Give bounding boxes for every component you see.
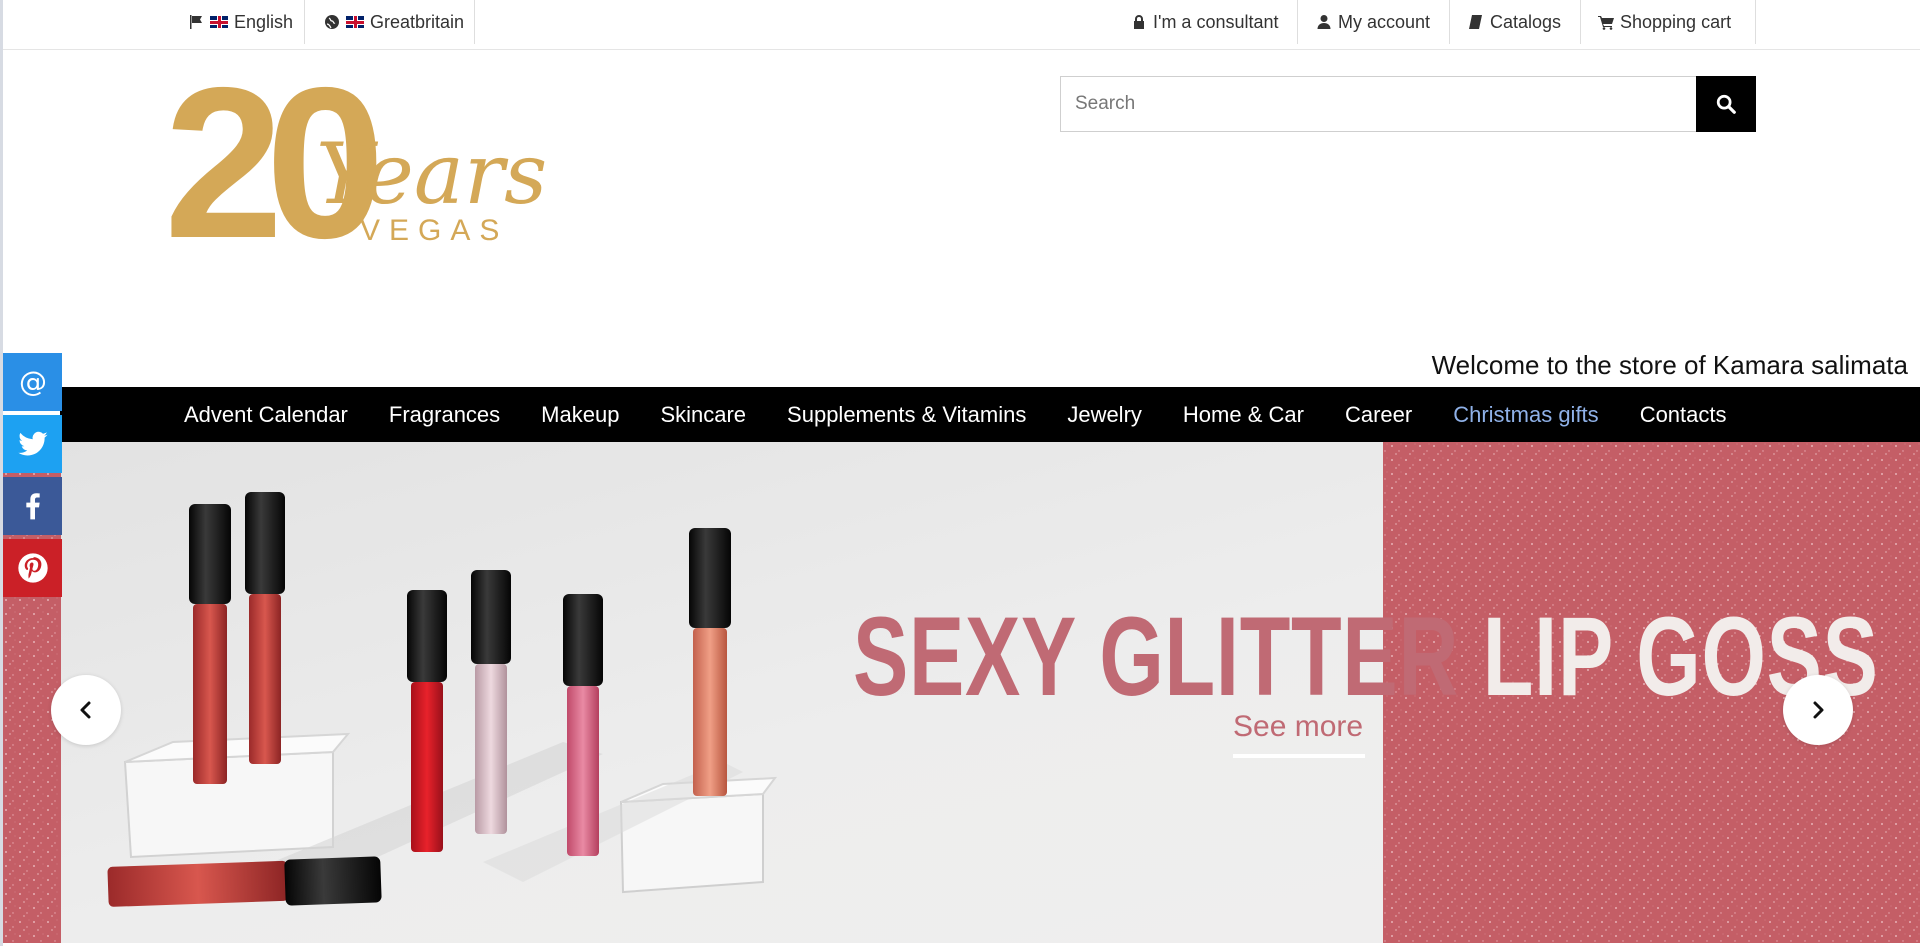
language-selector[interactable]: English [188,0,293,44]
chevron-right-icon [1813,701,1824,719]
uk-flag-icon [210,16,228,28]
facebook-icon [25,493,40,520]
share-email-button[interactable]: @ [3,353,62,411]
brand-logo[interactable]: 20 Years VEGAS [168,55,568,255]
flag-icon [188,14,204,30]
logo-brand: VEGAS [360,214,508,247]
search-button[interactable] [1696,76,1756,132]
svg-text:@: @ [19,366,47,398]
divider [474,0,475,44]
country-label: Greatbritain [370,11,465,32]
consultant-link[interactable]: I'm a consultant [1131,0,1279,44]
twitter-icon [17,431,48,456]
divider [1449,0,1450,44]
nav-item-career[interactable]: Career [1345,402,1412,428]
nav-item-jewelry[interactable]: Jewelry [1067,402,1142,428]
share-twitter-button[interactable] [3,415,62,473]
carousel-next-button[interactable] [1783,675,1853,745]
chevron-left-icon [80,701,91,719]
main-nav: Advent Calendar Fragrances Makeup Skinca… [60,387,1920,442]
see-more-link[interactable]: See more [1233,710,1365,758]
pinterest-icon [17,553,48,583]
account-label: My account [1338,11,1431,32]
share-pinterest-button[interactable] [3,539,62,597]
cart-label: Shopping cart [1620,11,1732,32]
lip-gloss-tube [245,492,285,764]
search-icon [1716,94,1736,114]
nav-item-supplements[interactable]: Supplements & Vitamins [787,402,1026,428]
divider [1580,0,1581,44]
lip-gloss-tube [189,504,231,784]
left-border [0,0,3,946]
lock-icon [1131,14,1147,30]
nav-item-makeup[interactable]: Makeup [541,402,619,428]
hero-title: SEXY GLITTER LIP GOSS [853,592,1879,721]
page: English Greatbritain I'm a consultant My… [0,0,1920,946]
globe-icon [324,14,340,30]
divider [1297,0,1298,44]
lip-gloss-tube [689,528,731,796]
cart-link[interactable]: Shopping cart [1598,0,1731,44]
hero-banner: SEXY GLITTER LIP GOSS See more [3,442,1920,943]
lip-gloss-tube [407,590,447,852]
catalogs-link[interactable]: Catalogs [1468,0,1561,44]
nav-item-skincare[interactable]: Skincare [660,402,746,428]
cart-icon [1598,14,1614,30]
nav-item-home-car[interactable]: Home & Car [1183,402,1304,428]
search-input[interactable] [1060,76,1696,132]
lip-gloss-tube [471,570,511,834]
carousel-prev-button[interactable] [51,675,121,745]
lip-gloss-tube [563,594,603,856]
country-selector[interactable]: Greatbritain [324,0,464,44]
consultant-label: I'm a consultant [1153,11,1279,32]
top-bar: English Greatbritain I'm a consultant My… [0,0,1920,50]
catalogs-label: Catalogs [1490,11,1562,32]
divider [1755,0,1756,44]
language-label: English [234,11,294,32]
uk-flag-icon [346,16,364,28]
nav-item-fragrances[interactable]: Fragrances [389,402,500,428]
at-sign-icon: @ [19,366,47,398]
nav-item-contacts[interactable]: Contacts [1640,402,1727,428]
share-facebook-button[interactable] [3,477,62,535]
nav-item-advent-calendar[interactable]: Advent Calendar [184,402,348,428]
user-icon [1316,14,1332,30]
search-bar [1060,76,1756,132]
nav-item-christmas-gifts[interactable]: Christmas gifts [1453,402,1598,428]
divider [304,0,305,44]
account-link[interactable]: My account [1316,0,1430,44]
book-icon [1468,14,1484,30]
logo-script: Years [316,125,547,223]
hero-title-part1: SEXY GLITTER [853,594,1460,719]
welcome-message: Welcome to the store of Kamara salimata [1431,350,1908,380]
